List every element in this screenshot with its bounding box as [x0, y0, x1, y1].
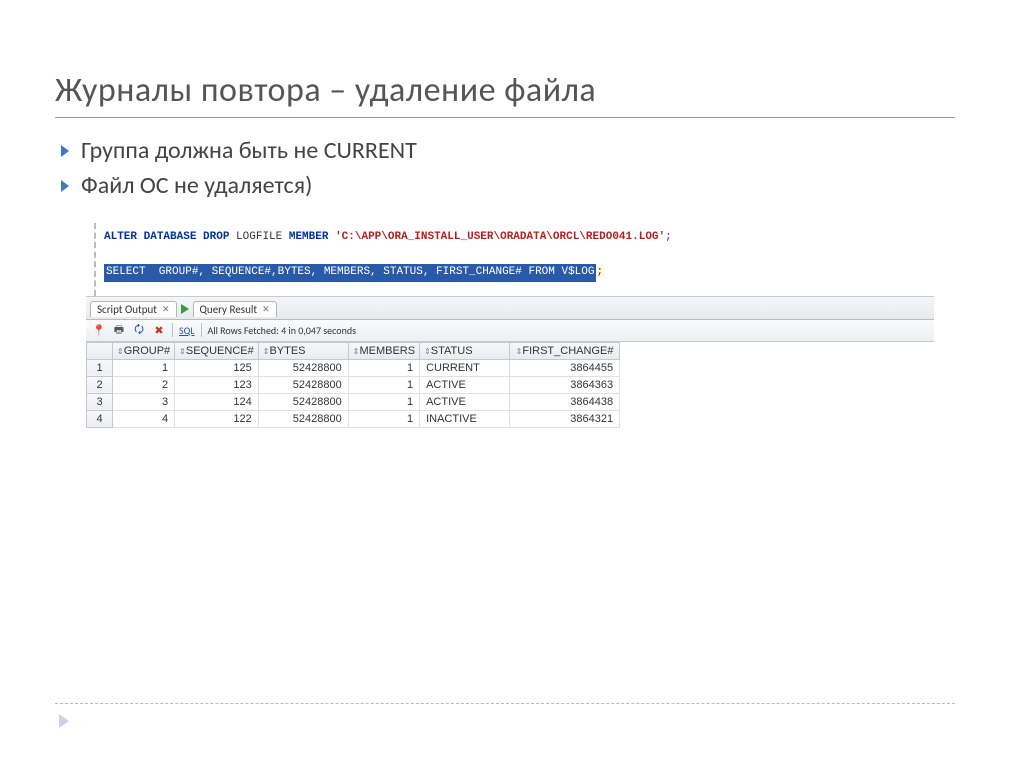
pin-icon[interactable]: 📍: [92, 323, 106, 337]
delete-icon[interactable]: ✖: [152, 323, 166, 337]
grid-header-row: ⇕GROUP# ⇕SEQUENCE# ⇕BYTES ⇕MEMBERS ⇕STAT…: [87, 342, 620, 359]
bullet-icon: [61, 145, 69, 157]
sort-icon: ⇕: [117, 347, 122, 356]
sort-icon: ⇕: [424, 347, 429, 356]
bullet-icon: [61, 180, 69, 192]
slide: Журналы повтора – удаление файла Группа …: [0, 0, 1024, 768]
col-bytes[interactable]: ⇕BYTES: [258, 342, 348, 359]
col-sequence[interactable]: ⇕SEQUENCE#: [175, 342, 259, 359]
separator: [201, 323, 202, 337]
play-icon: [181, 304, 189, 314]
table-row[interactable]: 3 3 124 52428800 1 ACTIVE 3864438: [87, 393, 620, 410]
col-members[interactable]: ⇕MEMBERS: [348, 342, 419, 359]
fetch-status: All Rows Fetched: 4 in 0,047 seconds: [208, 324, 356, 337]
bullet-text: Группа должна быть не CURRENT: [81, 136, 417, 165]
page-title: Журналы повтора – удаление файла: [55, 70, 969, 111]
print-icon[interactable]: 🖶: [112, 323, 126, 337]
table-row[interactable]: 1 1 125 52428800 1 CURRENT 3864455: [87, 359, 620, 376]
result-toolbar: 📍 🖶 🗘 ✖ SQL All Rows Fetched: 4 in 0,047…: [86, 320, 934, 342]
title-rule: [55, 117, 955, 118]
tab-query-result[interactable]: Query Result ✕: [193, 301, 277, 317]
footer-rule: [55, 703, 955, 704]
grid-body: 1 1 125 52428800 1 CURRENT 3864455 2 2 1…: [87, 359, 620, 427]
col-first-change[interactable]: ⇕FIRST_CHANGE#: [510, 342, 620, 359]
col-group[interactable]: ⇕GROUP#: [113, 342, 175, 359]
table-row[interactable]: 4 4 122 52428800 1 INACTIVE 3864321: [87, 410, 620, 427]
tab-label: Query Result: [200, 303, 258, 316]
sql-link[interactable]: SQL: [179, 324, 195, 337]
row-num-header: [87, 342, 113, 359]
tab-script-output[interactable]: Script Output ✕: [90, 301, 177, 317]
close-icon[interactable]: ✕: [162, 304, 170, 315]
bullet-list: Группа должна быть не CURRENT Файл ОС не…: [61, 136, 969, 200]
table-row[interactable]: 2 2 123 52428800 1 ACTIVE 3864363: [87, 376, 620, 393]
footer-marker-icon: [59, 714, 69, 728]
sort-icon: ⇕: [353, 347, 358, 356]
sql-select-line: SELECT GROUP#, SEQUENCE#,BYTES, MEMBERS,…: [104, 266, 605, 278]
close-icon[interactable]: ✕: [262, 304, 270, 315]
sql-editor[interactable]: ALTER DATABASE DROP LOGFILE MEMBER 'C:\A…: [94, 223, 934, 296]
result-tabs: Script Output ✕ Query Result ✕: [86, 296, 934, 320]
screenshot-panel: ALTER DATABASE DROP LOGFILE MEMBER 'C:\A…: [85, 222, 935, 429]
slide-footer: [55, 703, 955, 728]
sort-icon: ⇕: [263, 347, 268, 356]
col-status[interactable]: ⇕STATUS: [420, 342, 510, 359]
title-row: Журналы повтора – удаление файла: [55, 70, 969, 118]
sql-alter-line: ALTER DATABASE DROP LOGFILE MEMBER 'C:\A…: [104, 231, 672, 243]
bullet-1: Группа должна быть не CURRENT: [61, 136, 969, 165]
results-grid[interactable]: ⇕GROUP# ⇕SEQUENCE# ⇕BYTES ⇕MEMBERS ⇕STAT…: [86, 342, 620, 428]
separator: [172, 323, 173, 337]
bullet-text: Файл ОС не удаляется): [81, 171, 312, 200]
tab-label: Script Output: [97, 303, 157, 316]
sort-icon: ⇕: [179, 347, 184, 356]
refresh-icon[interactable]: 🗘: [132, 323, 146, 337]
bullet-2: Файл ОС не удаляется): [61, 171, 969, 200]
sort-icon: ⇕: [516, 347, 521, 356]
